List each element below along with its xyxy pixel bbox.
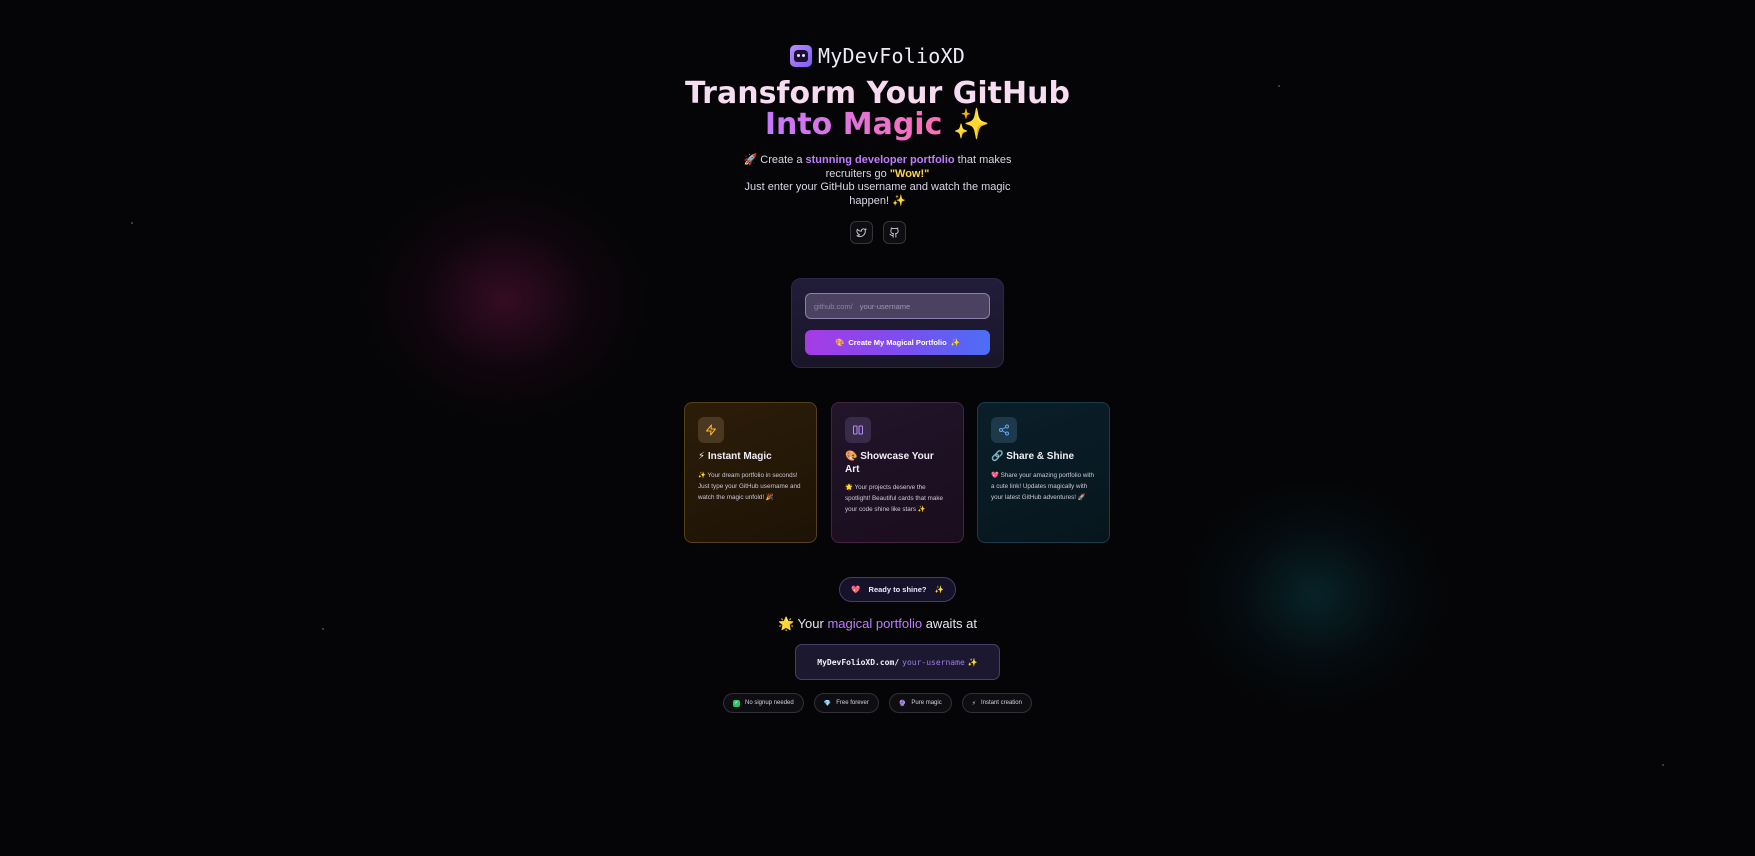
subtitle-text: recruiters go	[825, 167, 890, 180]
lightning-icon	[698, 417, 724, 443]
badge-free-forever: 💎 Free forever	[813, 693, 879, 713]
feature-card-share-shine: 🔗 Share & Shine 💖 Share your amazing por…	[977, 402, 1110, 543]
create-portfolio-button[interactable]: 🎨 Create My Magical Portfolio ✨	[805, 330, 990, 355]
feature-description: 💖 Share your amazing portfolio with a cu…	[991, 471, 1095, 501]
feature-description: 🌟 Your projects deserve the spotlight! B…	[845, 484, 944, 513]
twitter-link[interactable]	[849, 221, 873, 244]
badge-label: Instant creation	[980, 700, 1022, 706]
awaits-text: awaits at	[922, 616, 978, 631]
background-glow-pink	[365, 180, 645, 420]
share-icon	[991, 417, 1017, 443]
awaits-accent: magical portfolio	[827, 616, 923, 631]
subtitle-wow: "Wow!"	[889, 167, 930, 180]
feature-title: 🔗 Share & Shine	[991, 451, 1096, 464]
badge-pure-magic: 🔮 Pure magic	[888, 693, 952, 713]
subtitle-text: Create a	[760, 154, 806, 166]
username-form-card: github.com/ 🎨 Create My Magical Portfoli…	[791, 278, 1004, 368]
crystal-ball-emoji: 🔮	[898, 700, 907, 707]
github-icon	[888, 227, 899, 238]
feature-card-instant-magic: ⚡ Instant Magic ✨ Your dream portfolio i…	[684, 402, 817, 543]
twitter-icon	[855, 228, 867, 238]
url-username: your-username	[902, 657, 965, 667]
brand-header: MyDevFolioXD	[0, 44, 1755, 68]
sparkles-emoji: ✨	[952, 107, 991, 142]
hero-subtitle: 🚀 Create a stunning developer portfolio …	[0, 154, 1755, 208]
badge-label: Pure magic	[911, 700, 942, 706]
feature-title-emoji: 🔗	[991, 451, 1004, 462]
subtitle-text: Just enter your GitHub username and watc…	[744, 181, 1011, 193]
brand-name: MyDevFolioXD	[818, 44, 965, 68]
awaits-text: Your	[797, 616, 828, 631]
heart-emoji: 💖	[851, 585, 861, 594]
ready-to-shine-pill: 💖 Ready to shine? ✨	[839, 577, 956, 602]
badge-label: No signup needed	[745, 700, 794, 706]
username-input[interactable]	[859, 301, 970, 311]
check-icon: ✓	[733, 699, 740, 707]
ready-label: Ready to shine?	[868, 585, 927, 594]
feature-title-emoji: ⚡	[698, 451, 706, 462]
badge-instant-creation: ⚡ Instant creation	[961, 693, 1032, 713]
feature-badges: ✓ No signup needed 💎 Free forever 🔮 Pure ma…	[0, 693, 1755, 713]
star-dot	[1662, 764, 1664, 766]
sparkles-emoji: ✨	[934, 585, 944, 594]
feature-title-text: Share & Shine	[1006, 451, 1075, 462]
social-links	[0, 221, 1755, 244]
feature-title-text: Instant Magic	[707, 451, 772, 462]
github-link[interactable]	[882, 221, 906, 244]
feature-description: ✨ Your dream portfolio in seconds! Just …	[698, 471, 801, 501]
rocket-emoji: 🚀	[743, 154, 758, 166]
hero-title-line2: Into Magic ✨	[0, 109, 1755, 140]
portfolio-awaits-text: 🌟 Your magical portfolio awaits at	[0, 616, 1755, 632]
feature-title: 🎨 Showcase Your Art	[845, 451, 950, 476]
portfolio-url-preview: MyDevFolioXD.com/ your-username ✨	[795, 644, 1000, 680]
feature-card-showcase-art: 🎨 Showcase Your Art 🌟 Your projects dese…	[831, 402, 964, 543]
sparkles-emoji: ✨	[967, 657, 978, 667]
background-glow-teal	[1185, 480, 1445, 710]
star-emoji: 🌟	[777, 616, 795, 631]
subtitle-accent: stunning developer portfolio	[805, 154, 955, 166]
github-url-prefix: github.com/	[814, 301, 853, 311]
badge-no-signup: ✓ No signup needed	[723, 693, 804, 713]
sparkles-emoji: ✨	[950, 338, 961, 347]
feature-title: ⚡ Instant Magic	[698, 451, 803, 464]
columns-icon	[845, 417, 871, 443]
url-host: MyDevFolioXD.com/	[817, 657, 900, 667]
lightning-emoji: ⚡	[971, 700, 976, 707]
hero-title-magic: Into Magic	[764, 107, 943, 142]
subtitle-text: that makes	[954, 154, 1012, 166]
create-portfolio-label: Create My Magical Portfolio	[848, 338, 947, 347]
robot-face-icon	[790, 45, 813, 67]
badge-label: Free forever	[836, 700, 869, 706]
palette-emoji: 🎨	[834, 338, 845, 347]
gem-emoji: 💎	[823, 700, 832, 707]
username-field[interactable]: github.com/	[805, 293, 990, 319]
feature-title-text: Showcase Your Art	[845, 451, 934, 475]
hero-title: Transform Your GitHub Into Magic ✨	[0, 78, 1755, 140]
feature-title-emoji: 🎨	[845, 451, 858, 462]
subtitle-text: happen! ✨	[849, 194, 906, 207]
hero-title-line1: Transform Your GitHub	[0, 78, 1755, 109]
